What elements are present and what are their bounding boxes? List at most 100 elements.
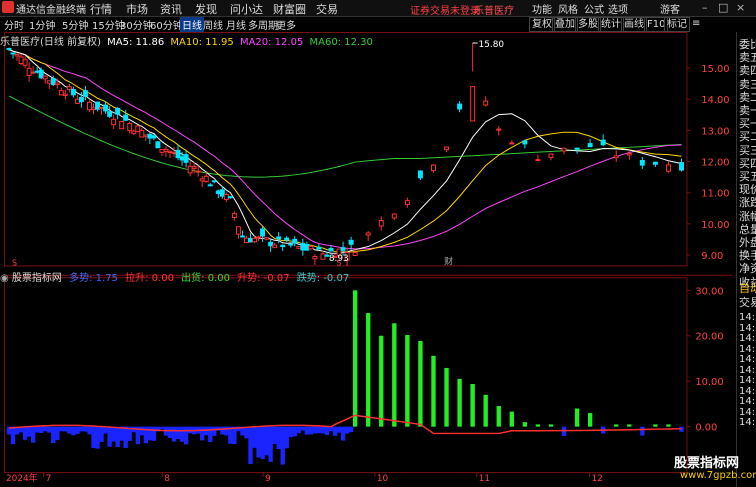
side-panel-item: 14:5 <box>739 364 756 376</box>
indicator-value-duoshi: 多势: 1.75 <box>69 273 118 284</box>
candle-body <box>276 236 282 240</box>
indicator-bar <box>627 424 632 427</box>
indicator-bar <box>344 426 350 434</box>
indicator-bar <box>34 426 40 433</box>
indicator-bar <box>653 424 658 427</box>
candle-body <box>600 139 606 146</box>
chart-canvas[interactable]: 15.00 14.00 13.00 12.00 11.00 10.00 9.00 30.00 2… <box>0 32 736 482</box>
date-label: 10 <box>377 474 389 482</box>
side-panel-item: 14:5 <box>739 375 756 386</box>
period-intraday[interactable]: 分时 <box>4 17 24 32</box>
indicator-bar <box>264 426 269 456</box>
indicator-bar <box>47 426 52 433</box>
price-tick-label: 12.00 <box>701 157 729 168</box>
candle-body <box>264 237 270 240</box>
watermark-title: 股票指标网 <box>674 456 740 471</box>
side-panel-item: 14:5 <box>739 312 756 323</box>
ma20-label: MA20: 12.05 <box>239 37 304 48</box>
indicator-value-chuhuo: 出货: 0.00 <box>181 273 230 284</box>
menu-news[interactable]: 资讯 <box>160 1 182 17</box>
period-monthly[interactable]: 月线 <box>226 17 246 32</box>
candle-body <box>62 93 68 96</box>
period-1min[interactable]: 1分钟 <box>29 17 55 32</box>
indicator-tick-label: 10.00 <box>695 377 723 388</box>
indicator-bar <box>139 426 144 436</box>
indicator-bars <box>6 290 684 465</box>
indicator-bar <box>22 426 28 440</box>
period-60min[interactable]: 60分钟 <box>150 17 183 32</box>
menu-more-icon[interactable]: ≡ <box>690 17 702 30</box>
login-warning[interactable]: 证券交易未登录 <box>410 2 480 17</box>
candle-body <box>587 143 593 148</box>
candle-body <box>348 239 354 245</box>
maximize-icon[interactable]: □ <box>718 1 728 14</box>
candle-body <box>54 82 60 86</box>
price-tick-label: 14.00 <box>701 95 729 106</box>
period-multi[interactable]: 多周期 <box>248 17 278 32</box>
candle-body <box>304 243 310 251</box>
period-bar: 分时 1分钟 5分钟 15分钟 30分钟 60分钟 日线 周线 月线 多周期 更… <box>0 17 756 32</box>
indicator-bar <box>256 426 261 458</box>
event-label: 财 <box>444 255 453 267</box>
candle-body <box>30 71 36 74</box>
candle-body <box>483 100 489 106</box>
candle-body <box>404 200 410 205</box>
indicator-bar <box>574 408 580 427</box>
indicator-bar <box>208 426 213 443</box>
indicator-bar <box>268 426 273 462</box>
candle-body <box>328 247 334 252</box>
date-label: 2024年 <box>6 472 38 482</box>
toolbar-mark[interactable]: 标记 <box>664 17 690 32</box>
user-label[interactable]: 游客 <box>660 1 680 16</box>
indicator-bar <box>284 426 289 449</box>
indicator-bar <box>248 426 253 465</box>
close-icon[interactable]: × <box>736 1 745 14</box>
indicator-name: 股票指标网 <box>11 273 62 284</box>
period-daily[interactable]: 日线 <box>180 17 204 32</box>
menu-ask[interactable]: 问小达 <box>230 1 263 17</box>
indicator-bar <box>51 426 56 444</box>
indicator-legend: ◉ 股票指标网 多势: 1.75 拉升: 0.00 出货: 0.00 升势: -… <box>0 269 349 284</box>
menu-market[interactable]: 市场 <box>126 1 148 17</box>
menu-function[interactable]: 功能 <box>532 1 552 16</box>
menu-discover[interactable]: 发现 <box>195 1 217 17</box>
menu-wealth[interactable]: 财富圈 <box>273 1 306 17</box>
candle-body <box>215 190 221 194</box>
app-title: 通达信金融终端 <box>16 5 86 16</box>
side-panel-item: 交易 <box>739 296 756 309</box>
period-5min[interactable]: 5分钟 <box>62 17 88 32</box>
menu-style[interactable]: 风格 <box>558 1 578 16</box>
s-marker: S <box>336 258 341 267</box>
candle-body <box>74 98 80 104</box>
side-panel-item: 14:5 <box>739 385 756 397</box>
indicator-icon: ◉ <box>0 273 9 284</box>
menu-formula[interactable]: 公式 <box>584 1 604 16</box>
indicator-bar <box>99 426 104 442</box>
period-more[interactable]: 更多 <box>276 17 296 32</box>
period-weekly[interactable]: 周线 <box>203 17 223 32</box>
candle-body <box>127 123 133 132</box>
menu-options[interactable]: 选项 <box>608 1 628 16</box>
indicator-bar <box>312 426 318 434</box>
candle-body <box>111 118 117 126</box>
indicator-bar <box>320 426 326 434</box>
indicator-bar <box>640 426 645 436</box>
candle-body <box>239 235 245 238</box>
candle-body <box>248 237 253 243</box>
menu-quotes[interactable]: 行情 <box>90 1 112 17</box>
period-30min[interactable]: 30分钟 <box>120 17 153 32</box>
candle-body <box>284 237 290 241</box>
candle-body <box>308 245 314 250</box>
candle-body <box>50 78 56 86</box>
minimize-icon[interactable]: – <box>702 1 708 14</box>
indicator-bar <box>614 424 619 427</box>
candle-body <box>203 175 209 183</box>
candle-body <box>95 101 101 110</box>
candle-body <box>107 111 113 117</box>
indicator-panel-frame <box>4 277 688 474</box>
indicator-bar <box>280 426 285 465</box>
candle-body <box>187 165 193 174</box>
menu-trade[interactable]: 交易 <box>316 1 338 17</box>
candle-body <box>626 153 632 156</box>
candle-body <box>574 147 580 150</box>
